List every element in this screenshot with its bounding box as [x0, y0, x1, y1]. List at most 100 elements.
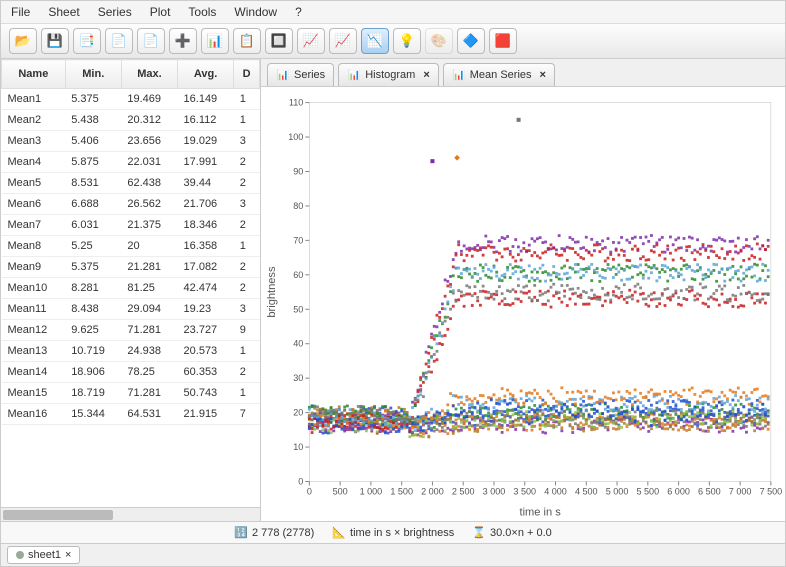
cell: 8.531	[65, 173, 121, 194]
cell: Mean5	[2, 173, 66, 194]
tab-series[interactable]: 📊Series	[267, 63, 334, 86]
table-row[interactable]: Mean95.37521.28117.0822	[2, 257, 260, 278]
cell: 42.474	[178, 278, 234, 299]
col-avg[interactable]: Avg.	[178, 60, 234, 89]
open-icon[interactable]: 📂	[9, 28, 37, 54]
cell: 9	[234, 320, 260, 341]
tab-histogram[interactable]: 📊Histogram×	[338, 63, 439, 86]
save-icon[interactable]: 💾	[41, 28, 69, 54]
expand-icon[interactable]: 🟥	[489, 28, 517, 54]
cell: 71.281	[121, 383, 177, 404]
cell: 19.469	[121, 89, 177, 110]
cell: 19.029	[178, 131, 234, 152]
col-min[interactable]: Min.	[65, 60, 121, 89]
cell: 2	[234, 215, 260, 236]
cell: 2	[234, 257, 260, 278]
cell: 18.906	[65, 362, 121, 383]
svg-text:1 000: 1 000	[360, 487, 383, 497]
chart-add-icon[interactable]: 📈	[329, 28, 357, 54]
cell: 3	[234, 194, 260, 215]
menu-window[interactable]: Window	[234, 5, 277, 19]
col-d[interactable]: D	[234, 60, 260, 89]
sheet-icon[interactable]: 📄	[105, 28, 133, 54]
table-row[interactable]: Mean85.252016.3581	[2, 236, 260, 257]
close-icon[interactable]: ×	[423, 69, 429, 81]
cell: 21.706	[178, 194, 234, 215]
menu-sheet[interactable]: Sheet	[48, 5, 79, 19]
svg-text:6 500: 6 500	[698, 487, 721, 497]
table-row[interactable]: Mean25.43820.31216.1121	[2, 110, 260, 131]
svg-text:5 500: 5 500	[636, 487, 659, 497]
table-pane: NameMin.Max.Avg.D Mean15.37519.46916.149…	[1, 59, 261, 521]
menu-file[interactable]: File	[11, 5, 30, 19]
table-row[interactable]: Mean1615.34464.53121.9157	[2, 404, 260, 425]
cell: 60.353	[178, 362, 234, 383]
collapse-icon[interactable]: 🔷	[457, 28, 485, 54]
cell: 20	[121, 236, 177, 257]
color-icon[interactable]: 🎨	[425, 28, 453, 54]
copy-series-icon[interactable]: 📋	[233, 28, 261, 54]
cell: 3	[234, 299, 260, 320]
table-row[interactable]: Mean58.53162.43839.442	[2, 173, 260, 194]
cell: Mean6	[2, 194, 66, 215]
col-name[interactable]: Name	[2, 60, 66, 89]
sheet2-icon[interactable]: 📄	[137, 28, 165, 54]
cell: 7	[234, 404, 260, 425]
axes-icon: 📐	[332, 526, 346, 539]
close-icon[interactable]: ×	[65, 549, 71, 561]
menu-series[interactable]: Series	[98, 5, 132, 19]
cell: Mean10	[2, 278, 66, 299]
add-series-icon[interactable]: ➕	[169, 28, 197, 54]
cell: 1	[234, 110, 260, 131]
statusbar: 🔢2 778 (2778) 📐time in s × brightness ⌛3…	[1, 521, 785, 543]
series-icon[interactable]: 📊	[201, 28, 229, 54]
horizontal-scrollbar[interactable]	[1, 507, 260, 521]
chart-icon[interactable]: 📈	[297, 28, 325, 54]
cell: 23.656	[121, 131, 177, 152]
svg-text:2 500: 2 500	[452, 487, 475, 497]
menu-plot[interactable]: Plot	[150, 5, 171, 19]
table-row[interactable]: Mean35.40623.65619.0293	[2, 131, 260, 152]
cell: Mean3	[2, 131, 66, 152]
plot-toggle-icon[interactable]: 🔲	[265, 28, 293, 54]
series-table[interactable]: NameMin.Max.Avg.D Mean15.37519.46916.149…	[1, 59, 260, 425]
toolbar: 📂💾📑📄📄➕📊📋🔲📈📈📉💡🎨🔷🟥	[1, 24, 785, 59]
mean-series-icon[interactable]: 📉	[361, 28, 389, 54]
table-row[interactable]: Mean45.87522.03117.9912	[2, 152, 260, 173]
tab-mean-series[interactable]: 📊Mean Series×	[443, 63, 555, 86]
menu-tools[interactable]: Tools	[188, 5, 216, 19]
table-row[interactable]: Mean76.03121.37518.3462	[2, 215, 260, 236]
table-row[interactable]: Mean108.28181.2542.4742	[2, 278, 260, 299]
chart-area[interactable]: 05001 0001 5002 0002 5003 0003 5004 0004…	[261, 87, 785, 521]
svg-text:7 500: 7 500	[760, 487, 783, 497]
table-row[interactable]: Mean1518.71971.28150.7431	[2, 383, 260, 404]
cell: 5.375	[65, 257, 121, 278]
histogram-tab-icon: 📊	[347, 68, 361, 82]
table-row[interactable]: Mean1418.90678.2560.3532	[2, 362, 260, 383]
svg-text:110: 110	[289, 98, 303, 108]
sheet-tab[interactable]: sheet1 ×	[7, 546, 80, 564]
status-axes: time in s × brightness	[350, 527, 454, 539]
cell: 62.438	[121, 173, 177, 194]
cell: 78.25	[121, 362, 177, 383]
col-max[interactable]: Max.	[121, 60, 177, 89]
cell: 6.688	[65, 194, 121, 215]
cell: Mean9	[2, 257, 66, 278]
cell: 5.375	[65, 89, 121, 110]
cell: 16.112	[178, 110, 234, 131]
table-row[interactable]: Mean66.68826.56221.7063	[2, 194, 260, 215]
table-row[interactable]: Mean129.62571.28123.7279	[2, 320, 260, 341]
table-row[interactable]: Mean15.37519.46916.1491	[2, 89, 260, 110]
cell: 8.438	[65, 299, 121, 320]
cell: 15.344	[65, 404, 121, 425]
table-row[interactable]: Mean1310.71924.93820.5731	[2, 341, 260, 362]
menu-?[interactable]: ?	[295, 5, 302, 19]
close-icon[interactable]: ×	[540, 69, 546, 81]
cell: 5.438	[65, 110, 121, 131]
cell: 17.991	[178, 152, 234, 173]
tab-label: Mean Series	[470, 69, 532, 81]
cell: Mean13	[2, 341, 66, 362]
highlight-icon[interactable]: 💡	[393, 28, 421, 54]
table-row[interactable]: Mean118.43829.09419.233	[2, 299, 260, 320]
add-sheet-icon[interactable]: 📑	[73, 28, 101, 54]
